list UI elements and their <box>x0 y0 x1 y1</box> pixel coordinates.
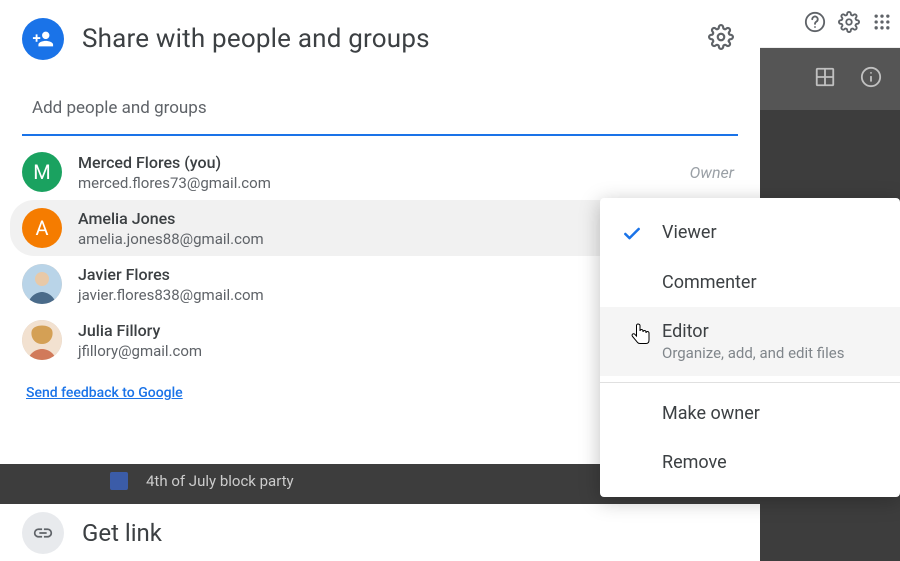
check-icon <box>620 222 644 244</box>
info-icon[interactable] <box>860 66 882 92</box>
avatar: M <box>22 152 62 192</box>
link-icon <box>22 512 64 554</box>
action-label: Make owner <box>662 403 760 424</box>
dialog-settings-button[interactable] <box>708 24 734 54</box>
role-label: Commenter <box>662 272 757 293</box>
add-people-input[interactable]: Add people and groups <box>22 76 738 136</box>
apps-icon[interactable] <box>872 12 892 36</box>
topbar-icons <box>760 0 900 48</box>
file-name-partial: 4th of July block party <box>146 472 294 490</box>
person-email: merced.flores73@gmail.com <box>78 174 674 192</box>
get-link-title: Get link <box>82 519 162 547</box>
role-option-commenter[interactable]: Commenter <box>600 258 900 307</box>
avatar: A <box>22 208 62 248</box>
grid-view-icon[interactable] <box>814 66 836 92</box>
help-icon[interactable] <box>804 11 826 37</box>
secondary-topbar-icons <box>760 48 900 110</box>
person-name: Merced Flores (you) <box>78 153 674 172</box>
role-label: Editor <box>662 321 844 342</box>
role-dropdown: Viewer Commenter Editor Organize, add, a… <box>600 198 900 497</box>
avatar <box>22 264 62 304</box>
avatar <box>22 320 62 360</box>
role-option-editor[interactable]: Editor Organize, add, and edit files <box>600 307 900 376</box>
person-row-owner: M Merced Flores (you) merced.flores73@gm… <box>0 144 760 200</box>
role-option-viewer[interactable]: Viewer <box>600 208 900 258</box>
settings-icon[interactable] <box>838 11 860 37</box>
role-sublabel: Organize, add, and edit files <box>662 344 844 362</box>
feedback-link[interactable]: Send feedback to Google <box>26 385 183 401</box>
role-label: Viewer <box>662 222 717 243</box>
dropdown-separator <box>600 382 900 383</box>
add-people-placeholder: Add people and groups <box>32 98 207 118</box>
action-label: Remove <box>662 452 727 473</box>
dialog-title: Share with people and groups <box>82 24 690 54</box>
get-link-section[interactable]: Get link <box>0 504 760 561</box>
file-type-icon <box>110 472 128 490</box>
person-role: Owner <box>690 163 734 182</box>
role-action-make-owner[interactable]: Make owner <box>600 389 900 438</box>
share-header-icon <box>22 18 64 60</box>
background-file-row: 4th of July block party <box>110 472 294 490</box>
role-action-remove[interactable]: Remove <box>600 438 900 487</box>
